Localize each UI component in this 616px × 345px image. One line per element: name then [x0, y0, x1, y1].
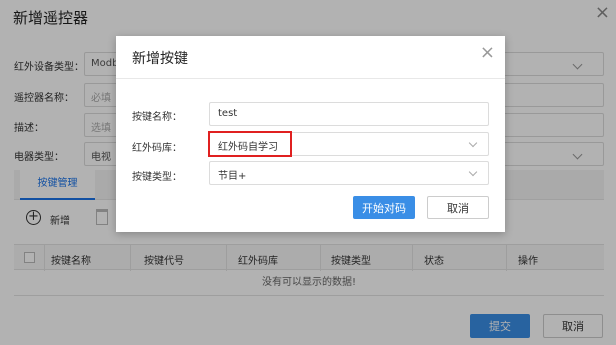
close-icon[interactable]: × [480, 44, 495, 62]
key-type-select[interactable]: 节目+ [209, 161, 489, 185]
start-pairing-button[interactable]: 开始对码 [353, 196, 415, 219]
key-name-input[interactable]: test [209, 102, 489, 126]
key-type-label: 按键类型： [132, 172, 182, 183]
key-name-label: 按键名称： [132, 112, 182, 123]
dialog-cancel-button[interactable]: 取消 [427, 196, 489, 219]
add-key-dialog: 新增按键 × 按键名称： test 红外码库： 红外码自学习 按键类型： 节目+… [116, 36, 505, 232]
key-type-value: 节目+ [218, 171, 247, 182]
dialog-title: 新增按键 [132, 51, 188, 67]
divider [116, 78, 505, 79]
highlight-box [208, 131, 292, 157]
chevron-down-icon [468, 167, 478, 177]
ir-code-lib-label: 红外码库： [132, 143, 182, 154]
chevron-down-icon [468, 138, 478, 148]
